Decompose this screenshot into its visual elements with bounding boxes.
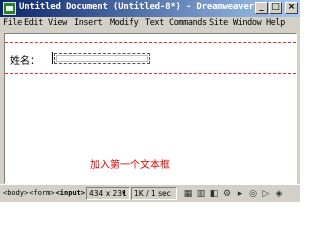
form-boundary-bottom bbox=[5, 73, 296, 74]
menu-file[interactable]: File bbox=[3, 18, 22, 28]
form-boundary-top bbox=[5, 42, 296, 43]
menu-bar: File Edit View Insert Modify Text Comman… bbox=[0, 17, 300, 32]
minimize-button[interactable]: _ bbox=[255, 2, 268, 14]
tag-body[interactable]: <body> bbox=[3, 189, 28, 197]
text-field[interactable] bbox=[54, 53, 150, 64]
behaviors-icon[interactable]: ⚙ bbox=[221, 188, 233, 200]
tag-form[interactable]: <form> bbox=[29, 189, 54, 197]
code-icon[interactable]: ◈ bbox=[273, 188, 285, 200]
menu-insert[interactable]: Insert bbox=[74, 18, 103, 28]
window-size-dropdown-arrow-icon[interactable]: ▾ bbox=[122, 188, 130, 199]
maximize-button[interactable]: □ bbox=[269, 2, 282, 14]
menu-commands[interactable]: Commands bbox=[169, 18, 207, 28]
menu-text[interactable]: Text bbox=[145, 18, 164, 28]
preview-icon[interactable]: ▷ bbox=[260, 188, 272, 200]
tag-input[interactable]: <input> bbox=[56, 189, 86, 197]
tag-selector: <body><form><input> bbox=[3, 189, 86, 197]
dreamweaver-app-icon[interactable] bbox=[3, 2, 16, 15]
caption-text: 加入第一个文本框 bbox=[90, 160, 170, 171]
site-icon[interactable]: ▦ bbox=[182, 188, 194, 200]
styles-icon[interactable]: ◧ bbox=[208, 188, 220, 200]
menu-window[interactable]: Window bbox=[233, 18, 262, 28]
menu-site[interactable]: Site bbox=[209, 18, 228, 28]
library-icon[interactable]: ▥ bbox=[195, 188, 207, 200]
menu-view[interactable]: View bbox=[48, 18, 67, 28]
menu-edit[interactable]: Edit bbox=[24, 18, 43, 28]
field-label: 姓名： bbox=[10, 56, 40, 67]
menu-modify[interactable]: Modify bbox=[110, 18, 139, 28]
text-cursor bbox=[52, 52, 53, 64]
download-stats-field: 1K / 1 sec bbox=[131, 187, 177, 200]
menu-help[interactable]: Help bbox=[266, 18, 285, 28]
html-source-icon[interactable]: ◎ bbox=[247, 188, 259, 200]
timeline-icon[interactable]: ▸ bbox=[234, 188, 246, 200]
close-button[interactable]: × bbox=[285, 2, 298, 14]
document-window[interactable]: 姓名： 加入第一个文本框 bbox=[4, 33, 297, 184]
title-bar[interactable]: Untitled Document (Untitled-8*) - Dreamw… bbox=[0, 0, 300, 17]
status-bar: <body><form><input> 434 x 231 ▾ 1K / 1 s… bbox=[0, 184, 300, 202]
window-title: Untitled Document (Untitled-8*) - Dreamw… bbox=[19, 2, 254, 12]
dreamweaver-window: Untitled Document (Untitled-8*) - Dreamw… bbox=[0, 0, 300, 202]
